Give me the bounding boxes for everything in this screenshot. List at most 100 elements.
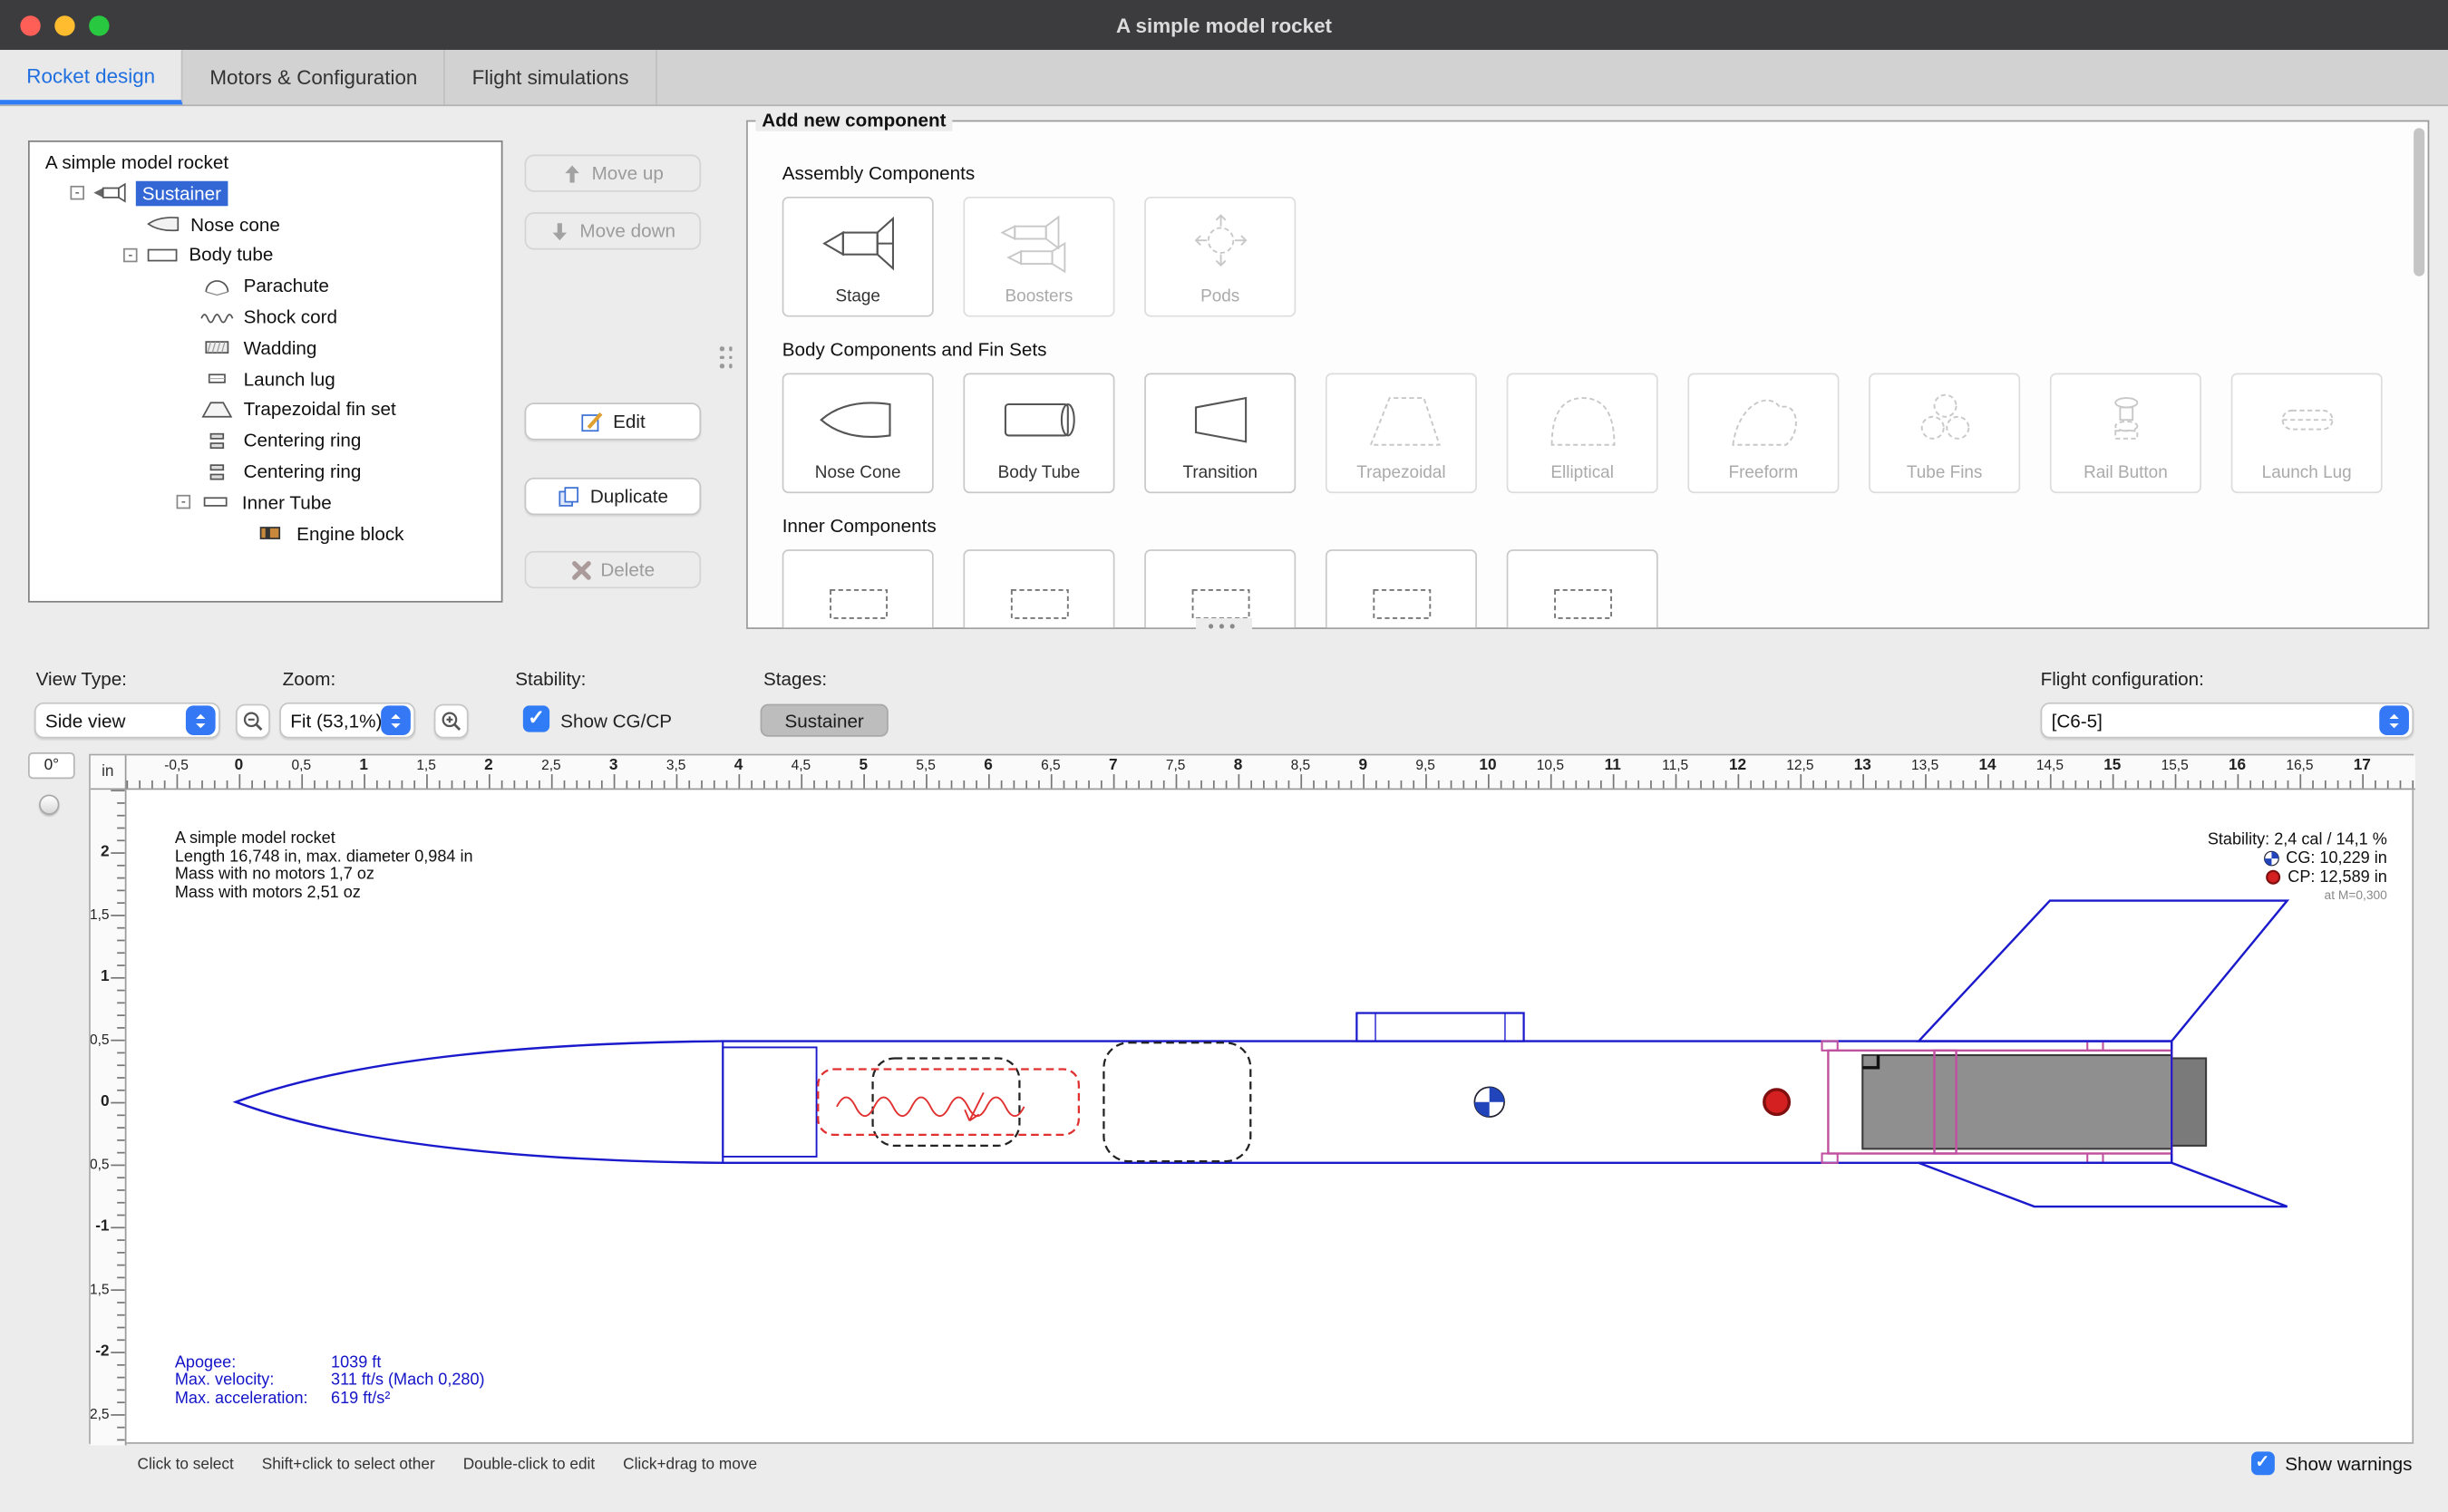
show-warnings-checkbox[interactable]: ✓ xyxy=(2250,1451,2274,1475)
show-warnings-label: Show warnings xyxy=(2285,1452,2412,1474)
fin-bottom-shape[interactable] xyxy=(1919,1163,2287,1207)
rotation-slider-knob[interactable] xyxy=(39,794,59,814)
engine-block-icon xyxy=(251,523,288,543)
tree-expander-icon[interactable]: - xyxy=(177,495,190,509)
duplicate-button[interactable]: Duplicate xyxy=(525,478,702,515)
component-card-label: Launch Lug xyxy=(2262,463,2352,482)
panel-resize-handle[interactable]: ••• xyxy=(1196,618,1252,637)
component-card-nose-cone[interactable]: Nose Cone xyxy=(782,373,934,494)
tree-item-engine-block[interactable]: Engine block xyxy=(30,518,501,548)
view-type-select[interactable]: Side view xyxy=(34,703,220,739)
edit-button[interactable]: Edit xyxy=(525,402,702,440)
tree-item-nose-cone[interactable]: Nose cone xyxy=(30,208,501,239)
tree-expander-icon[interactable]: - xyxy=(123,248,137,262)
wadding-icon xyxy=(199,338,236,358)
ruler-top-label: 7 xyxy=(1109,757,1118,774)
component-card-label: Nose Cone xyxy=(815,463,901,482)
ruler-top-label: 17 xyxy=(2354,757,2371,774)
section-title-inner-components: Inner Components xyxy=(782,515,2428,537)
cg-legend-icon xyxy=(2264,850,2279,866)
show-warnings-box: ✓ Show warnings xyxy=(2250,1451,2412,1475)
ruler-top-label: 10 xyxy=(1479,757,1496,774)
tab-motors-configuration[interactable]: Motors & Configuration xyxy=(183,50,445,104)
stage-toggle-sustainer[interactable]: Sustainer xyxy=(761,704,889,737)
zoom-select[interactable]: Fit (53,1%) xyxy=(279,703,415,739)
flight-configuration-value: [C6-5] xyxy=(2042,710,2379,732)
tree-item-centering-ring[interactable]: Centering ring xyxy=(30,456,501,487)
magnifier-minus-icon xyxy=(242,710,264,732)
launch-lug-shape[interactable] xyxy=(1356,1013,1523,1042)
ruler-left-label: 0 xyxy=(101,1093,110,1110)
tree-item-body-tube[interactable]: -Body tube xyxy=(30,239,501,270)
zoom-in-button[interactable] xyxy=(434,704,469,739)
ruler-top-label: 15 xyxy=(2103,757,2121,774)
tree-item-wadding[interactable]: Wadding xyxy=(30,333,501,363)
component-tree-panel: A simple model rocket - Sustainer Nose con… xyxy=(28,141,502,603)
component-card-trapezoidal: Trapezoidal xyxy=(1326,373,1477,494)
rocket-drawing-area[interactable]: A simple model rocketLength 16,748 in, m… xyxy=(126,790,2414,1445)
motor-casing[interactable] xyxy=(1862,1055,2171,1149)
cp-marker xyxy=(1764,1090,1790,1115)
tab-rocket-design[interactable]: Rocket design xyxy=(0,50,183,104)
arrow-up-icon xyxy=(562,163,582,183)
component-card-inner-component[interactable] xyxy=(1326,549,1477,629)
show-cgcp-checkbox[interactable]: ✓ xyxy=(523,705,549,732)
tab-flight-simulations[interactable]: Flight simulations xyxy=(445,50,656,104)
component-card-body-tube[interactable]: Body Tube xyxy=(963,373,1114,494)
component-card-inner-component[interactable] xyxy=(963,549,1114,629)
move-down-label: Move down xyxy=(579,220,675,242)
splitter-grip[interactable] xyxy=(720,346,733,367)
transition-card-icon xyxy=(1173,374,1267,463)
component-card-inner-component[interactable] xyxy=(1144,549,1296,629)
delete-button[interactable]: Delete xyxy=(525,551,702,588)
inner-card-icon xyxy=(811,551,905,629)
scrollbar-thumb[interactable] xyxy=(2414,128,2424,276)
ruler-left-label: -0,5 xyxy=(91,1157,110,1172)
ruler-top-label: 2 xyxy=(484,757,493,774)
fin-top-shape[interactable] xyxy=(1919,901,2287,1042)
edit-label: Edit xyxy=(613,411,646,432)
component-card-stage[interactable]: Stage xyxy=(782,197,934,317)
component-card-inner-component[interactable] xyxy=(1507,549,1658,629)
ruler-left-label: -2,5 xyxy=(91,1406,110,1421)
ruler-top-label: 8,5 xyxy=(1291,757,1311,772)
tree-item-parachute[interactable]: Parachute xyxy=(30,271,501,302)
ruler-unit-box: in xyxy=(91,755,127,790)
ruler-top-label: 4 xyxy=(734,757,743,774)
tree-item-label: Nose cone xyxy=(190,213,280,235)
parachute-icon xyxy=(199,276,236,296)
move-up-button[interactable]: Move up xyxy=(525,154,702,191)
tree-item-shock-cord[interactable]: Shock cord xyxy=(30,302,501,333)
tree-item-inner-tube[interactable]: -Inner Tube xyxy=(30,487,501,518)
flight-stats-block: Apogee:1039 ftMax. velocity:311 ft/s (Ma… xyxy=(175,1354,485,1408)
scrollbar[interactable] xyxy=(2414,125,2424,625)
component-card-inner-component[interactable] xyxy=(782,549,934,629)
flight-configuration-select[interactable]: [C6-5] xyxy=(2041,703,2414,739)
tree-item-launch-lug[interactable]: Launch lug xyxy=(30,363,501,394)
mach-text: at M=0,300 xyxy=(2208,887,2387,906)
tree-item-sustainer[interactable]: - Sustainer xyxy=(30,178,501,208)
component-card-transition[interactable]: Transition xyxy=(1144,373,1296,494)
ruler-top-label: 6 xyxy=(984,757,993,774)
ruler-top-label: 13 xyxy=(1854,757,1871,774)
component-card-label: Stage xyxy=(835,287,880,306)
zoom-out-button[interactable] xyxy=(236,704,270,739)
move-down-button[interactable]: Move down xyxy=(525,212,702,249)
ruler-top-label: 6,5 xyxy=(1041,757,1061,772)
tree-item-trapezoidal-fin-set[interactable]: Trapezoidal fin set xyxy=(30,394,501,425)
cg-marker xyxy=(1474,1087,1504,1117)
zoom-value: Fit (53,1%) xyxy=(281,710,381,732)
ruler-top-label: -0,5 xyxy=(164,757,189,772)
hint-text: Click+drag to move xyxy=(623,1457,757,1474)
rocket-view-canvas[interactable]: in -0,500,511,522,533,544,555,566,577,58… xyxy=(89,754,2414,1444)
component-card-label: Pods xyxy=(1200,287,1239,306)
tree-root-item[interactable]: A simple model rocket xyxy=(30,149,501,179)
delete-label: Delete xyxy=(600,558,655,580)
tree-item-centering-ring[interactable]: Centering ring xyxy=(30,425,501,456)
vertical-ruler: 21,510,50-0,5-1-1,5-2-2,5 xyxy=(91,790,127,1445)
inner-card-icon xyxy=(1536,551,1629,629)
component-card-pods: Pods xyxy=(1144,197,1296,317)
ruler-left-label: 1,5 xyxy=(91,906,110,922)
tree-item-label: Sustainer xyxy=(136,181,228,207)
tree-expander-icon[interactable]: - xyxy=(70,187,83,200)
